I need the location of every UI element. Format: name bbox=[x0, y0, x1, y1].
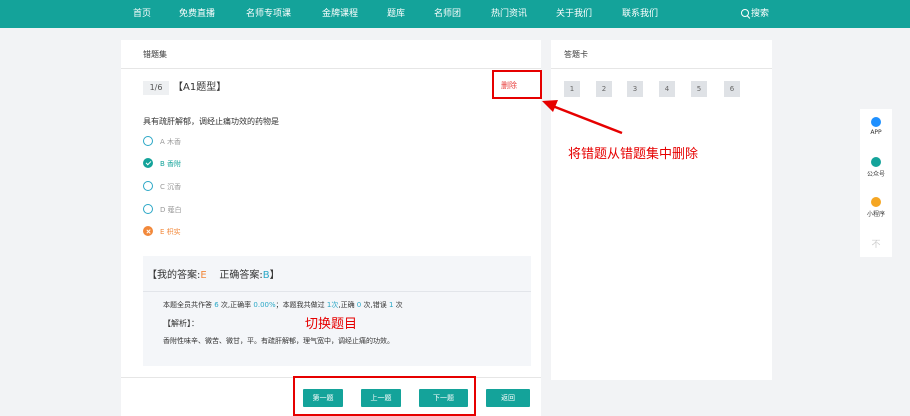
analysis-text: 香附性味辛、微苦、微甘，平。有疏肝解郁，理气宽中，调经止痛的功效。 bbox=[163, 337, 394, 345]
card-number[interactable]: 5 bbox=[691, 81, 707, 97]
side-item-wechat[interactable]: 公众号 bbox=[860, 157, 892, 178]
correct-answer: B bbox=[262, 270, 270, 281]
my-answer: E bbox=[200, 270, 207, 281]
back-button[interactable]: 返回 bbox=[486, 389, 530, 407]
card-number[interactable]: 4 bbox=[659, 81, 675, 97]
search-label: 搜索 bbox=[751, 9, 770, 19]
prev-question-button[interactable]: 上一题 bbox=[361, 389, 401, 407]
nav-item-teacher-course[interactable]: 名师专项课 bbox=[246, 0, 291, 28]
answer-box: 【我的答案:E 正确答案:B】 本题全员共作答 6 次,正确率 0.00%；本题… bbox=[143, 256, 531, 366]
cross-icon bbox=[143, 226, 153, 236]
annotation-box-delete bbox=[492, 70, 542, 99]
option-e[interactable]: E 枳实 bbox=[143, 226, 181, 238]
panel-title: 错题集 bbox=[143, 50, 167, 59]
side-close-button[interactable]: 不 bbox=[860, 237, 892, 250]
panel-header: 答题卡 bbox=[551, 40, 772, 69]
option-b[interactable]: B 香附 bbox=[143, 158, 181, 170]
check-icon bbox=[143, 158, 153, 168]
nav-item-news[interactable]: 热门资讯 bbox=[491, 0, 527, 28]
analysis-label: 【解析】： bbox=[163, 319, 199, 328]
question-stem: 具有疏肝解郁，调经止痛功效的药物是 bbox=[143, 117, 279, 126]
miniprogram-icon bbox=[871, 197, 881, 207]
nav-item-free-live[interactable]: 免费直播 bbox=[179, 0, 215, 28]
first-question-button[interactable]: 第一题 bbox=[303, 389, 343, 407]
card-number[interactable]: 6 bbox=[724, 81, 740, 97]
answer-stats: 本题全员共作答 6 次,正确率 0.00%；本题我共做过 1次,正确 0 次,错… bbox=[163, 301, 403, 309]
search-icon bbox=[741, 9, 749, 17]
top-nav: 首页 免费直播 名师专项课 金牌课程 题库 名师团 热门资讯 关于我们 联系我们… bbox=[0, 0, 910, 28]
search-button[interactable]: 搜索 bbox=[741, 0, 769, 28]
nav-item-contact[interactable]: 联系我们 bbox=[622, 0, 658, 28]
side-item-app[interactable]: APP bbox=[860, 117, 892, 136]
nav-item-about[interactable]: 关于我们 bbox=[556, 0, 592, 28]
radio-icon bbox=[143, 204, 153, 214]
radio-icon bbox=[143, 181, 153, 191]
nav-item-question-bank[interactable]: 题库 bbox=[387, 0, 405, 28]
wechat-icon bbox=[871, 157, 881, 167]
wrong-question-panel: 错题集 1/6 【A1题型】 删除 具有疏肝解郁，调经止痛功效的药物是 A 木香… bbox=[121, 40, 542, 416]
side-float-bar: APP 公众号 小程序 不 bbox=[860, 109, 892, 257]
side-item-miniprogram[interactable]: 小程序 bbox=[860, 197, 892, 218]
nav-item-home[interactable]: 首页 bbox=[133, 0, 151, 28]
annotation-delete-note: 将错题从错题集中删除 bbox=[568, 147, 699, 162]
divider bbox=[143, 291, 531, 292]
option-a[interactable]: A 木香 bbox=[143, 136, 181, 148]
panel-header: 错题集 bbox=[121, 40, 541, 69]
nav-item-teacher-team[interactable]: 名师团 bbox=[434, 0, 461, 28]
question-type: 【A1题型】 bbox=[173, 82, 227, 93]
answer-card-title: 答题卡 bbox=[564, 50, 588, 59]
phone-icon bbox=[871, 117, 881, 127]
annotation-arrow bbox=[542, 100, 623, 135]
answer-card-panel: 答题卡 1 2 3 4 5 6 bbox=[551, 40, 772, 380]
nav-item-gold-course[interactable]: 金牌课程 bbox=[322, 0, 358, 28]
next-question-button[interactable]: 下一题 bbox=[419, 389, 468, 407]
question-index: 1/6 bbox=[143, 81, 169, 95]
option-c[interactable]: C 沉香 bbox=[143, 181, 181, 193]
answer-summary: 【我的答案:E 正确答案:B】 bbox=[147, 270, 280, 281]
option-d[interactable]: D 薤白 bbox=[143, 204, 182, 216]
annotation-switch-note: 切换题目 bbox=[305, 317, 358, 332]
radio-icon bbox=[143, 136, 153, 146]
